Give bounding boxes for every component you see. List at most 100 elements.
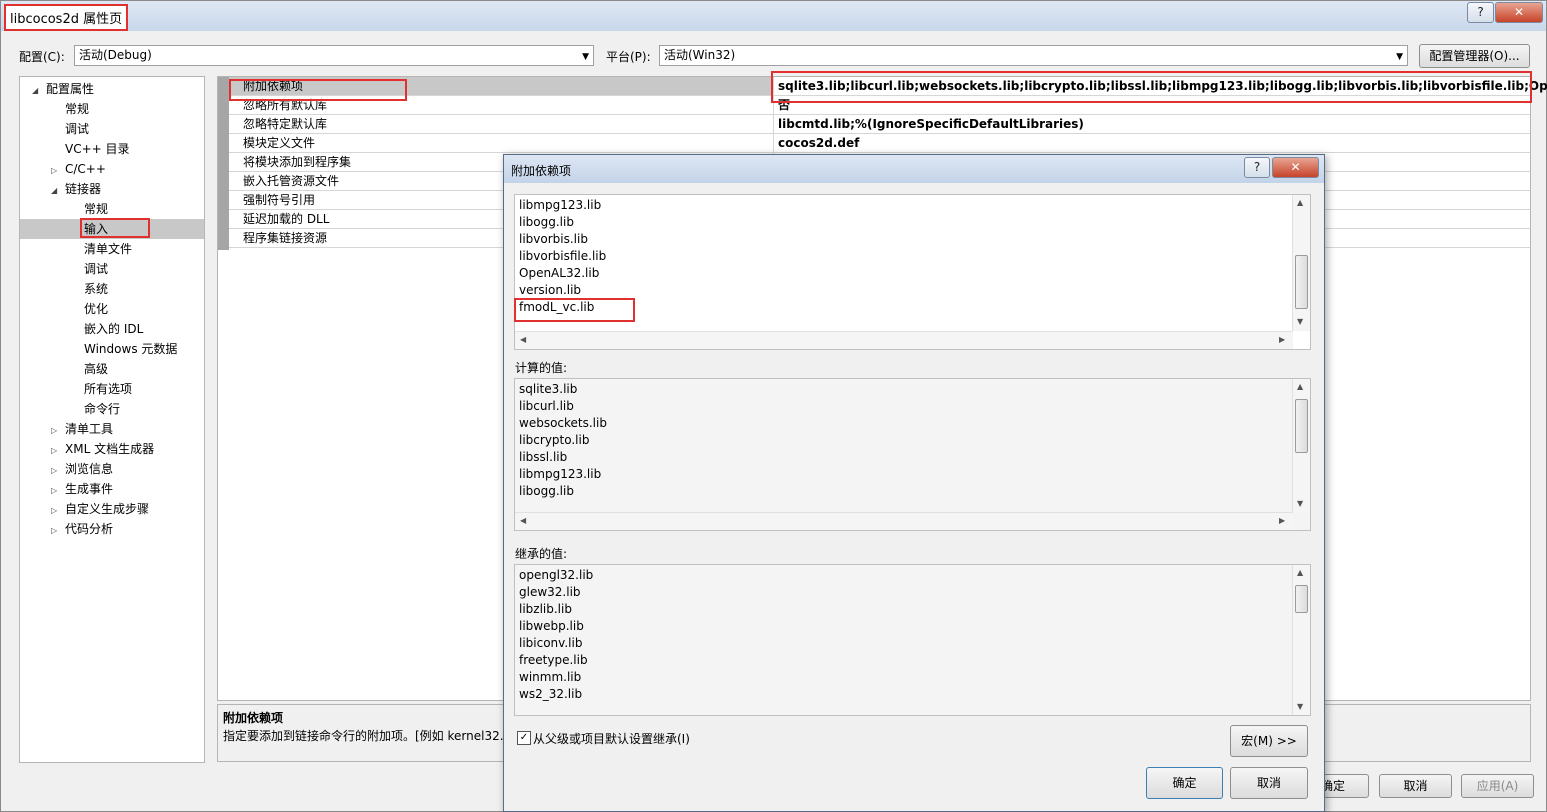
tree-item[interactable]: ◢ 链接器 (51, 179, 101, 199)
dependencies-edit-box[interactable]: fmodL_vc.lib version.lib OpenAL32.lib libvo… (514, 194, 1311, 350)
tree-item[interactable]: 嵌入的 IDL (70, 319, 143, 339)
tree-item[interactable]: 调试 (51, 119, 89, 139)
grid-row-value[interactable]: cocos2d.def (778, 134, 859, 152)
apply-button[interactable]: 应用(A) (1461, 774, 1534, 798)
scroll-right-icon[interactable]: ▶ (1279, 516, 1285, 525)
tree-item[interactable]: ▷ XML 文档生成器 (51, 439, 154, 459)
tree-item[interactable]: 常规 (70, 199, 108, 219)
expand-arrow-icon[interactable]: ▷ (51, 161, 65, 181)
tree-item[interactable]: ◢ 配置属性 (32, 79, 94, 99)
scroll-down-icon[interactable]: ▼ (1297, 317, 1303, 326)
computed-horizontal-scrollbar[interactable]: ◀ ▶ (515, 512, 1293, 530)
tree-item[interactable]: ▷ 自定义生成步骤 (51, 499, 149, 519)
tree-item-label: 调试 (84, 262, 109, 276)
tree-item-label: 调试 (65, 122, 90, 136)
inherit-checkbox-label[interactable]: 从父级或项目默认设置继承(I) (533, 730, 690, 747)
tree-item-label: XML 文档生成器 (65, 442, 155, 456)
tree-item-label: 代码分析 (65, 522, 114, 536)
tree-item[interactable]: 高级 (70, 359, 108, 379)
inherited-vertical-scrollbar[interactable]: ▲ ▼ (1292, 565, 1310, 715)
grid-row-name: 延迟加载的 DLL (243, 212, 330, 226)
grid-row-name: 将模块添加到程序集 (243, 155, 352, 169)
expand-arrow-icon[interactable]: ▷ (51, 501, 65, 521)
expand-arrow-icon[interactable]: ◢ (32, 81, 46, 101)
computed-value-line: libcrypto.lib (519, 433, 590, 447)
computed-value-line: sqlite3.lib (519, 382, 578, 396)
macro-button[interactable]: 宏(M) >> (1230, 725, 1308, 757)
tree-item-label: 常规 (84, 202, 109, 216)
tree-item[interactable]: 常规 (51, 99, 89, 119)
tree-item-label: 嵌入的 IDL (84, 322, 144, 336)
edit-horizontal-scrollbar[interactable]: ◀ ▶ (515, 331, 1293, 349)
grid-row-name: 程序集链接资源 (243, 231, 328, 245)
inherited-value-line: glew32.lib (519, 585, 581, 599)
tree-item[interactable]: 优化 (70, 299, 108, 319)
help-button[interactable]: ? (1467, 2, 1494, 23)
tree-item[interactable]: ▷ 代码分析 (51, 519, 113, 539)
grid-row-value[interactable]: libcmtd.lib;%(IgnoreSpecificDefaultLibra… (778, 115, 1084, 133)
dialog-close-button[interactable]: ✕ (1272, 157, 1319, 178)
description-text: 指定要添加到链接命令行的附加项。[例如 kernel32.li (223, 729, 511, 743)
scroll-up-icon[interactable]: ▲ (1297, 568, 1303, 577)
tree-item[interactable]: 命令行 (70, 399, 120, 419)
tree-item[interactable]: 所有选项 (70, 379, 132, 399)
expand-arrow-icon[interactable]: ▷ (51, 481, 65, 501)
tree-item[interactable]: 清单文件 (70, 239, 132, 259)
scroll-down-icon[interactable]: ▼ (1297, 499, 1303, 508)
dialog-cancel-button[interactable]: 取消 (1230, 767, 1308, 799)
edit-vertical-scrollbar[interactable]: ▲ ▼ (1292, 195, 1310, 331)
scroll-thumb[interactable] (1295, 399, 1308, 453)
tree-item[interactable]: ▷ 浏览信息 (51, 459, 113, 479)
scroll-right-icon[interactable]: ▶ (1279, 335, 1285, 344)
expand-arrow-icon[interactable]: ▷ (51, 521, 65, 541)
platform-label: 平台(P): (606, 50, 651, 64)
tree-item[interactable]: Windows 元数据 (70, 339, 177, 359)
config-combo[interactable]: 活动(Debug) ▼ (74, 45, 594, 66)
close-button[interactable]: ✕ (1495, 2, 1543, 23)
tree-item-label: C/C++ (65, 162, 106, 176)
scroll-up-icon[interactable]: ▲ (1297, 198, 1303, 207)
tree-item-label: 配置属性 (46, 82, 95, 96)
config-label: 配置(C): (19, 50, 65, 64)
tree-item-label: 生成事件 (65, 482, 114, 496)
dialog-help-button[interactable]: ? (1244, 157, 1270, 178)
scroll-down-icon[interactable]: ▼ (1297, 702, 1303, 711)
dialog-ok-button[interactable]: 确定 (1146, 767, 1223, 799)
tree-item-label: VC++ 目录 (65, 142, 130, 156)
platform-value: 活动(Win32) (664, 48, 736, 62)
inherited-value-line: libwebp.lib (519, 619, 584, 633)
dependency-line: libvorbisfile.lib (519, 249, 607, 263)
expand-arrow-icon[interactable]: ◢ (51, 181, 65, 201)
computed-vertical-scrollbar[interactable]: ▲ ▼ (1292, 379, 1310, 513)
tree-item[interactable]: ▷ 清单工具 (51, 419, 113, 439)
tree-item[interactable]: ▷ 生成事件 (51, 479, 113, 499)
scroll-left-icon[interactable]: ◀ (520, 335, 526, 344)
inherited-values-box[interactable]: ws2_32.lib winmm.lib freetype.lib libiconv.… (514, 564, 1311, 716)
expand-arrow-icon[interactable]: ▷ (51, 441, 65, 461)
grid-row[interactable]: 模块定义文件 cocos2d.def (229, 134, 1530, 153)
inherit-checkbox[interactable]: ✓ (517, 731, 531, 745)
grid-row[interactable]: 忽略特定默认库 libcmtd.lib;%(IgnoreSpecificDefau… (229, 115, 1530, 134)
scroll-up-icon[interactable]: ▲ (1297, 382, 1303, 391)
scroll-left-icon[interactable]: ◀ (520, 516, 526, 525)
computed-value-line: libcurl.lib (519, 399, 574, 413)
dependency-line: libogg.lib (519, 215, 574, 229)
dialog-titlebar: 附加依赖项 ? ✕ (504, 155, 1324, 183)
tree-item[interactable]: VC++ 目录 (51, 139, 130, 159)
computed-values-box[interactable]: libogg.lib libmpg123.lib libssl.lib libcryp… (514, 378, 1311, 531)
tree-item-label: 清单工具 (65, 422, 114, 436)
config-manager-button[interactable]: 配置管理器(O)... (1419, 44, 1530, 68)
cancel-button[interactable]: 取消 (1379, 774, 1452, 798)
tree-item[interactable]: ▷ C/C++ (51, 159, 106, 179)
expand-arrow-icon[interactable]: ▷ (51, 421, 65, 441)
expand-arrow-icon[interactable]: ▷ (51, 461, 65, 481)
tree-item[interactable]: 调试 (70, 259, 108, 279)
tree-item[interactable]: 系统 (70, 279, 108, 299)
scroll-thumb[interactable] (1295, 255, 1308, 309)
platform-combo[interactable]: 活动(Win32) ▼ (659, 45, 1408, 66)
tree-item-label: 高级 (84, 362, 109, 376)
grid-row-name: 模块定义文件 (243, 136, 316, 150)
scroll-thumb[interactable] (1295, 585, 1308, 613)
inherited-value-line: freetype.lib (519, 653, 588, 667)
inherited-value-line: winmm.lib (519, 670, 582, 684)
